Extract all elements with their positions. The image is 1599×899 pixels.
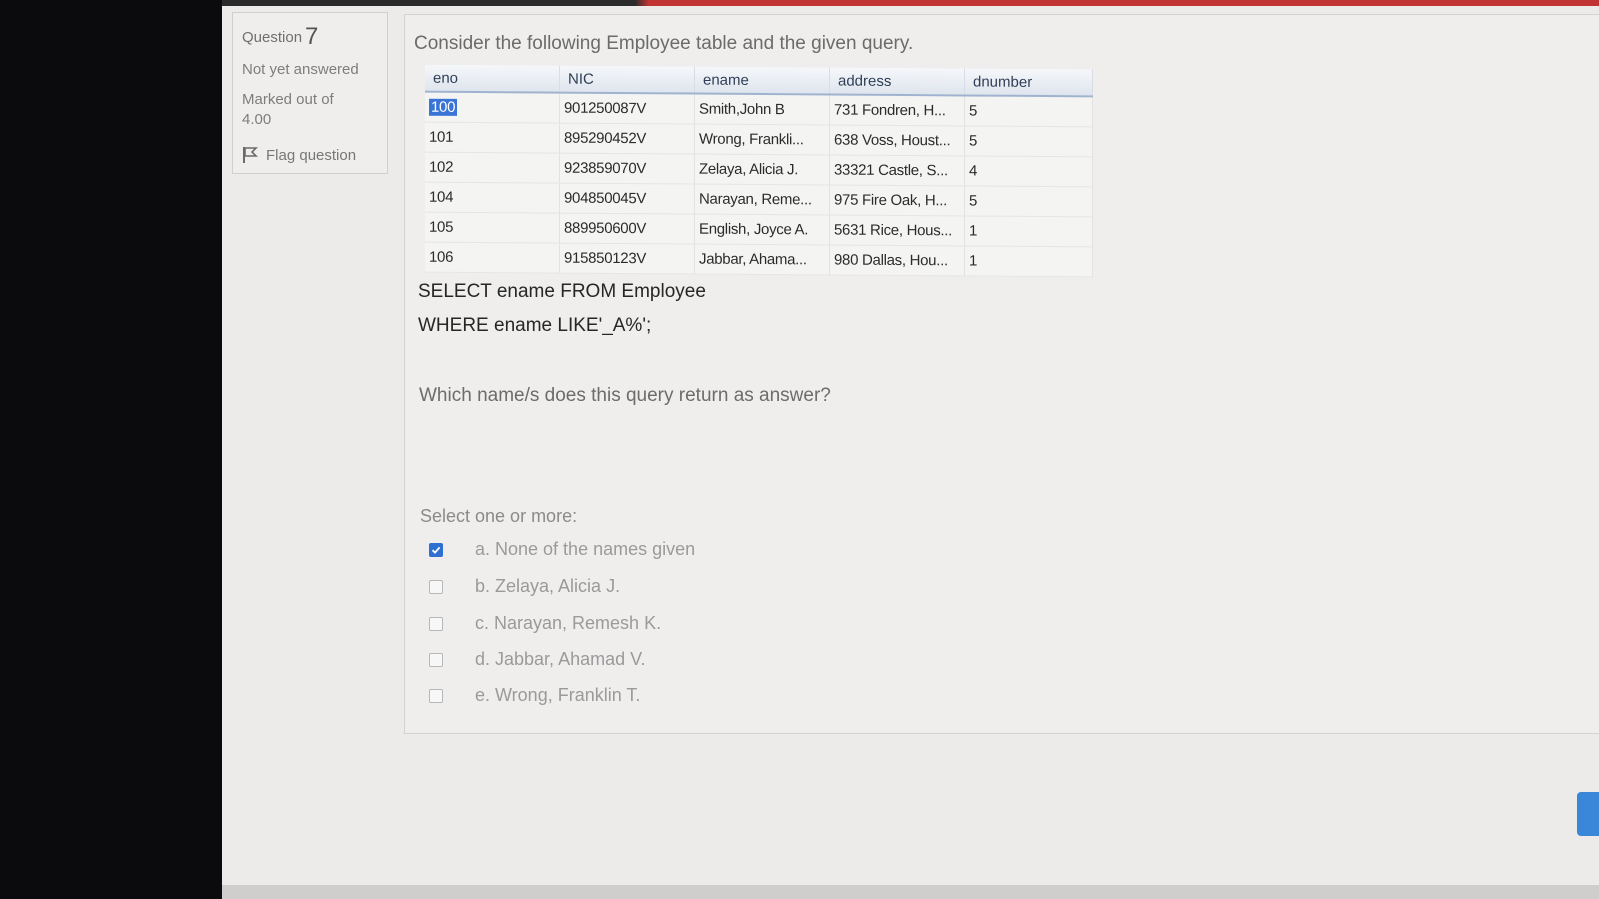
table-cell: 923859070V <box>559 153 695 185</box>
table-cell: 5631 Rice, Hous... <box>829 214 965 246</box>
table-row: 102 923859070V Zelaya, Alicia J. 33321 C… <box>425 152 1093 187</box>
table-cell: 5 <box>964 95 1093 127</box>
table-cell: 101 <box>425 122 560 154</box>
table-cell: 901250087V <box>559 92 695 125</box>
question-number: Question 7 <box>242 23 387 51</box>
table-cell: 895290452V <box>559 123 695 155</box>
table-cell: Wrong, Frankli... <box>694 124 830 155</box>
option-label-b: b. Zelaya, Alicia J. <box>475 576 621 596</box>
table-cell: 102 <box>425 152 560 184</box>
question-prompt: Which name/s does this query return as a… <box>419 385 831 406</box>
table-cell: Narayan, Reme... <box>694 184 830 215</box>
table-cell: Smith,John B <box>694 93 830 125</box>
question-content: Consider the following Employee table an… <box>404 14 1599 734</box>
flag-question-link[interactable]: Flag question <box>242 146 387 164</box>
checkmark-icon <box>431 546 441 554</box>
option-label-c: c. Narayan, Remesh K. <box>475 613 662 633</box>
question-number-value: 7 <box>305 23 319 50</box>
checkbox-b[interactable] <box>429 579 443 594</box>
col-header-dnumber: dnumber <box>964 68 1093 97</box>
table-cell: 4 <box>964 155 1093 187</box>
table-cell: 889950600V <box>559 213 695 245</box>
table-cell: 5 <box>964 125 1093 157</box>
checkbox-c[interactable] <box>429 616 443 631</box>
top-accent-bar <box>222 0 1599 6</box>
flag-question-label: Flag question <box>266 146 357 164</box>
table-cell: Jabbar, Ahama... <box>694 244 830 275</box>
checkbox-a[interactable] <box>429 542 443 557</box>
bottom-edge <box>222 885 1599 899</box>
table-cell: 104 <box>425 182 560 214</box>
table-cell: 1 <box>964 215 1093 247</box>
table-cell: 915850123V <box>559 243 695 275</box>
question-label: Question <box>242 29 303 46</box>
answer-option-b[interactable]: b. Zelaya, Alicia J. <box>429 576 620 597</box>
option-label-e: e. Wrong, Franklin T. <box>475 685 641 705</box>
col-header-ename: ename <box>694 66 830 95</box>
table-cell: English, Joyce A. <box>694 214 830 245</box>
flag-icon <box>243 147 258 163</box>
sql-line-select: SELECT ename FROM Employee <box>418 281 706 302</box>
option-label-a: a. None of the names given <box>475 539 696 559</box>
table-cell: 980 Dallas, Hou... <box>829 244 965 276</box>
marked-label: Marked out of <box>242 91 334 108</box>
table-row: 104 904850045V Narayan, Reme... 975 Fire… <box>425 182 1093 217</box>
checkbox-e[interactable] <box>429 688 443 703</box>
table-cell: 5 <box>964 185 1093 217</box>
answer-option-e[interactable]: e. Wrong, Franklin T. <box>429 685 640 706</box>
table-cell: 975 Fire Oak, H... <box>829 184 965 216</box>
question-marks: Marked out of 4.00 <box>242 90 387 130</box>
table-cell: 731 Fondren, H... <box>829 94 965 126</box>
table-row: 105 889950600V English, Joyce A. 5631 Ri… <box>425 212 1093 247</box>
screen: Question 7 Not yet answered Marked out of… <box>222 0 1599 899</box>
table-row: 106 915850123V Jabbar, Ahama... 980 Dall… <box>425 242 1093 277</box>
col-header-nic: NIC <box>559 65 695 94</box>
col-header-address: address <box>829 67 965 96</box>
employee-table: eno NIC ename address dnumber 100 901250… <box>425 64 1093 278</box>
col-header-eno: eno <box>425 64 560 93</box>
question-info-box: Question 7 Not yet answered Marked out of… <box>232 12 388 174</box>
marked-value: 4.00 <box>242 111 272 128</box>
answer-option-c[interactable]: c. Narayan, Remesh K. <box>429 613 661 634</box>
sql-line-where: WHERE ename LIKE'_A%'; <box>418 315 652 336</box>
table-cell: 638 Voss, Houst... <box>829 124 965 156</box>
checkbox-d[interactable] <box>429 652 443 667</box>
question-status: Not yet answered <box>242 61 359 78</box>
table-cell: 106 <box>425 242 560 274</box>
table-cell: 100 <box>425 91 560 124</box>
question-intro: Consider the following Employee table an… <box>414 33 914 54</box>
table-row: 101 895290452V Wrong, Frankli... 638 Vos… <box>425 122 1093 157</box>
table-cell: Zelaya, Alicia J. <box>694 154 830 185</box>
table-row: 100 901250087V Smith,John B 731 Fondren,… <box>425 91 1093 127</box>
answer-option-d[interactable]: d. Jabbar, Ahamad V. <box>429 649 645 670</box>
table-cell: 33321 Castle, S... <box>829 154 965 186</box>
table-cell: 105 <box>425 212 560 244</box>
table-cell: 904850045V <box>559 183 695 215</box>
option-label-d: d. Jabbar, Ahamad V. <box>475 649 646 669</box>
side-navigation-button[interactable] <box>1577 792 1599 836</box>
select-hint: Select one or more: <box>420 506 578 526</box>
answer-option-a[interactable]: a. None of the names given <box>429 539 695 560</box>
table-cell: 1 <box>964 245 1093 277</box>
